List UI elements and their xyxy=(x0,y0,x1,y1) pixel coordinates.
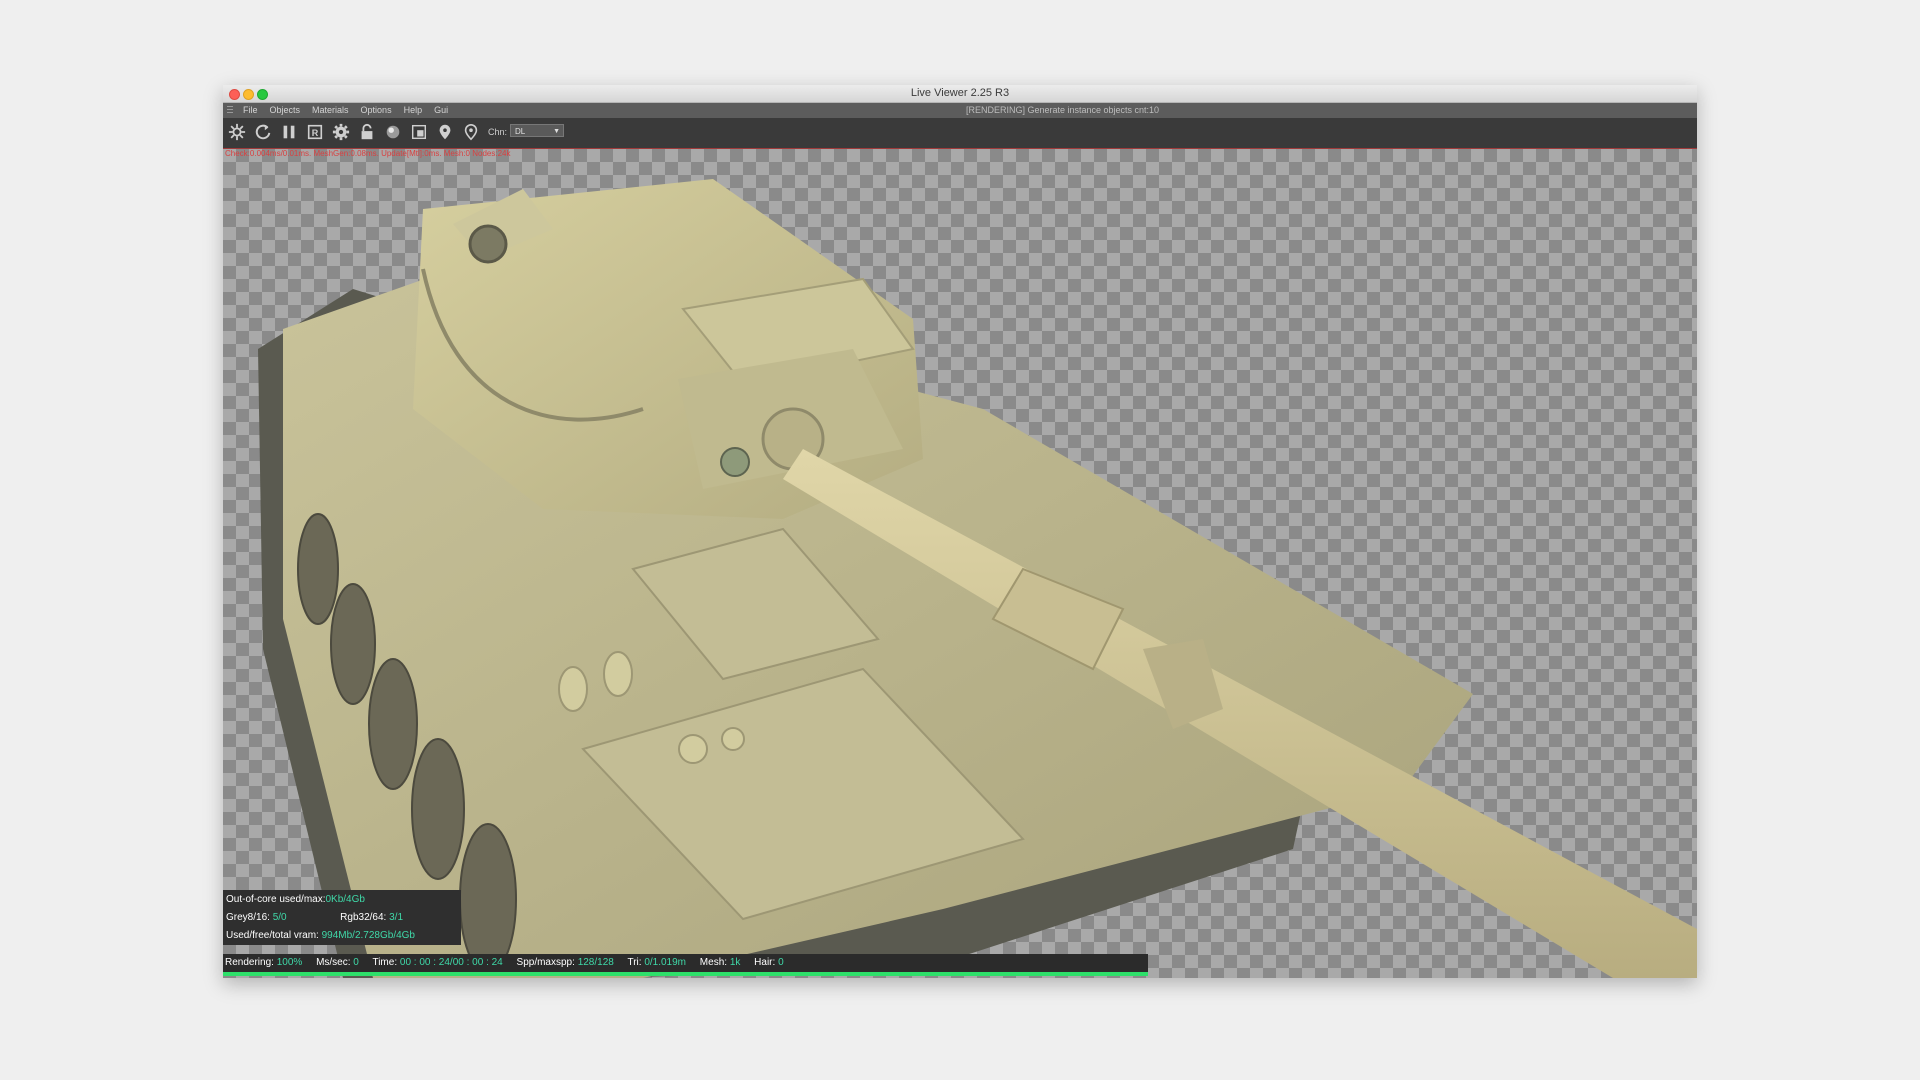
rgb-value: 3/1 xyxy=(389,912,404,923)
ms-label: Ms/sec: xyxy=(316,957,351,968)
render-viewport[interactable]: Check:0.004ms/0.01ms. MeshGen:0.08ms. Up… xyxy=(223,149,1697,978)
texture-count-stat: Grey8/16: 5/0 Rgb32/64: 3/1 xyxy=(223,908,461,927)
menu-bar: File Objects Materials Options Help Gui … xyxy=(223,103,1697,118)
render-status-message: [RENDERING] Generate instance objects cn… xyxy=(965,105,1160,115)
hair-value: 0 xyxy=(778,957,784,968)
rendering-value: 100% xyxy=(276,957,303,968)
options-gear-icon[interactable] xyxy=(329,120,352,144)
rendering-label: Rendering: xyxy=(225,957,274,968)
pause-icon[interactable] xyxy=(277,120,300,144)
region-render-icon[interactable]: R xyxy=(303,120,326,144)
time-value: 00 : 00 : 24/00 : 00 : 24 xyxy=(399,957,503,968)
refresh-icon[interactable] xyxy=(251,120,274,144)
settings-gear-icon[interactable] xyxy=(225,120,248,144)
vram-label: Used/free/total vram: xyxy=(226,930,319,941)
clay-mode-icon[interactable] xyxy=(407,120,430,144)
out-of-core-stat: Out-of-core used/max:0Kb/4Gb xyxy=(223,890,461,909)
tri-value: 0/1.019m xyxy=(644,957,687,968)
material-ball-icon[interactable] xyxy=(381,120,404,144)
debug-timing-line: Check:0.004ms/0.01ms. MeshGen:0.08ms. Up… xyxy=(225,149,511,158)
window-title: Live Viewer 2.25 R3 xyxy=(910,87,1010,99)
svg-text:R: R xyxy=(311,128,318,138)
channel-label: Chn: xyxy=(488,127,508,137)
out-of-core-label: Out-of-core used/max: xyxy=(226,894,326,905)
hair-label: Hair: xyxy=(754,957,776,968)
pick-material-icon[interactable] xyxy=(459,120,482,144)
channel-select-value: DL xyxy=(515,127,526,136)
spp-label: Spp/maxspp: xyxy=(516,957,575,968)
pick-focus-icon[interactable] xyxy=(433,120,456,144)
spp-value: 128/128 xyxy=(577,957,614,968)
mesh-label: Mesh: xyxy=(699,957,728,968)
channel-select[interactable]: DL ▼ xyxy=(510,124,564,137)
tri-label: Tri: xyxy=(627,957,642,968)
live-viewer-window: Live Viewer 2.25 R3 File Objects Materia… xyxy=(223,85,1697,978)
render-progress-fill xyxy=(223,972,1148,976)
title-bar: Live Viewer 2.25 R3 xyxy=(223,85,1697,103)
lock-icon[interactable] xyxy=(355,120,378,144)
render-progress-bar xyxy=(223,972,1148,976)
grey-value: 5/0 xyxy=(272,912,287,923)
toolbar: R Chn: DL ▼ xyxy=(223,118,1697,149)
ms-value: 0 xyxy=(353,957,359,968)
vram-stat: Used/free/total vram: 994Mb/2.728Gb/4Gb xyxy=(223,926,461,945)
rgb-label: Rgb32/64: xyxy=(340,912,387,923)
chevron-down-icon: ▼ xyxy=(553,128,560,135)
tank-render-image xyxy=(258,179,1697,978)
vram-value: 994Mb/2.728Gb/4Gb xyxy=(321,930,415,941)
grey-label: Grey8/16: xyxy=(226,912,270,923)
mesh-value: 1k xyxy=(729,957,741,968)
time-label: Time: xyxy=(372,957,398,968)
out-of-core-value: 0Kb/4Gb xyxy=(325,894,365,905)
render-status-bar: Rendering: 100% Ms/sec: 0 Time: 00 : 00 … xyxy=(223,954,1148,972)
